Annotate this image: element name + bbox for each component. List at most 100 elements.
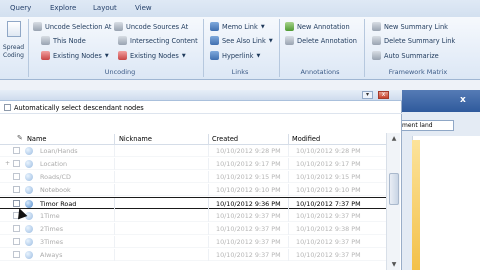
spread-coding-button[interactable]: Spread Coding — [0, 17, 27, 77]
panel-minimize-button[interactable]: ▾ — [362, 91, 373, 99]
hyperlink-button[interactable]: Hyperlink ▼ — [210, 50, 260, 61]
column-divider[interactable] — [114, 134, 115, 144]
row-checkbox[interactable] — [13, 251, 20, 258]
row-checkbox[interactable] — [13, 173, 20, 180]
table-row[interactable]: 1Time 10/10/2012 9:37 PM 10/10/2012 9:37 P… — [0, 210, 386, 222]
cell-divider — [114, 171, 115, 183]
uncode-sources-icon — [114, 22, 123, 31]
auto-summarize-button[interactable]: Auto Summarize — [372, 50, 439, 61]
row-checkbox[interactable] — [13, 238, 20, 245]
created-date: 10/10/2012 9:15 PM — [216, 173, 281, 181]
table-row[interactable]: Notebook 10/10/2012 9:10 PM 10/10/2012 9:1… — [0, 184, 386, 196]
column-header-created[interactable]: Created — [212, 135, 238, 143]
created-date: 10/10/2012 9:17 PM — [216, 160, 281, 168]
ribbon-separator — [364, 19, 365, 77]
ribbon: Spread Coding Uncode Selection At This No… — [0, 17, 480, 80]
delete-summary-link-button[interactable]: Delete Summary Link — [372, 35, 455, 46]
memo-link-button[interactable]: Memo Link ▼ — [210, 21, 265, 32]
vertical-scrollbar[interactable]: ▲ ▼ — [386, 133, 400, 270]
see-also-link-icon — [210, 36, 219, 45]
panel-close-button[interactable]: x — [378, 91, 389, 99]
table-row[interactable]: Timor Road 10/10/2012 9:36 PM 10/10/2012 7… — [0, 197, 386, 210]
delete-summary-link-icon — [372, 36, 381, 45]
menu-tab-query[interactable]: Query — [10, 4, 31, 12]
intersecting-content-button[interactable]: Intersecting Content — [118, 35, 198, 46]
auto-select-label: Automatically select descendant nodes — [14, 103, 144, 112]
cell-divider — [114, 236, 115, 248]
table-row[interactable]: Roads/CD 10/10/2012 9:15 PM 10/10/2012 9:1… — [0, 171, 386, 183]
column-divider[interactable] — [208, 134, 209, 144]
expand-toggle-icon[interactable]: + — [5, 160, 10, 167]
table-row[interactable]: + Location 10/10/2012 9:17 PM 10/10/2012 9:… — [0, 158, 386, 170]
see-also-link-button[interactable]: See Also Link ▼ — [210, 35, 273, 46]
row-checkbox[interactable] — [13, 147, 20, 154]
select-nodes-panel: ▾ x Automatically select descendant node… — [0, 90, 402, 270]
menu-tab-view[interactable]: View — [135, 4, 152, 12]
row-checkbox[interactable] — [13, 225, 20, 232]
menu-tab-layout[interactable]: Layout — [93, 4, 117, 12]
delete-annotation-button[interactable]: Delete Annotation — [285, 35, 357, 46]
cell-divider — [208, 184, 209, 196]
created-date: 10/10/2012 9:36 PM — [216, 200, 281, 208]
node-list-header: ✎ Name Nickname Created Modified — [0, 133, 386, 145]
right-pane-field[interactable]: ment land — [398, 120, 454, 131]
created-date: 10/10/2012 9:37 PM — [216, 251, 281, 259]
new-annotation-button[interactable]: New Annotation — [285, 21, 350, 32]
new-annotation-icon — [285, 22, 294, 31]
framework-matrix-group-label: Framework Matrix — [388, 68, 448, 76]
cell-divider — [114, 158, 115, 170]
scroll-down-arrow-icon[interactable]: ▼ — [389, 261, 399, 269]
delete-annotation-icon — [285, 36, 294, 45]
table-row[interactable]: 2Times 10/10/2012 9:37 PM 10/10/2012 9:38 … — [0, 223, 386, 235]
auto-select-checkbox[interactable] — [4, 104, 11, 111]
table-row[interactable]: Always 10/10/2012 9:37 PM 10/10/2012 9:37 … — [0, 249, 386, 261]
right-pane-close-button[interactable]: x — [460, 95, 466, 105]
scrollbar-thumb[interactable] — [389, 173, 399, 205]
existing-nodes-icon — [41, 51, 50, 60]
created-date: 10/10/2012 9:37 PM — [216, 238, 281, 246]
column-header-nickname[interactable]: Nickname — [119, 135, 152, 143]
existing-nodes-button-1[interactable]: Existing Nodes ▼ — [41, 50, 109, 61]
delete-annotation-label: Delete Annotation — [297, 36, 357, 45]
auto-select-descendants-option[interactable]: Automatically select descendant nodes — [0, 102, 402, 114]
scroll-up-arrow-icon[interactable]: ▲ — [389, 135, 399, 143]
column-divider[interactable] — [288, 134, 289, 144]
created-date: 10/10/2012 9:37 PM — [216, 212, 281, 220]
this-node-icon — [41, 36, 50, 45]
node-icon — [25, 147, 33, 155]
column-header-name[interactable]: Name — [27, 135, 46, 143]
table-row[interactable]: Loan/Hands 10/10/2012 9:28 PM 10/10/2012 9… — [0, 145, 386, 157]
cell-divider — [288, 184, 289, 196]
panel-title-bar: ▾ x — [0, 90, 402, 101]
workspace-background — [0, 80, 480, 90]
cell-divider — [288, 198, 289, 210]
chevron-down-icon: ▼ — [260, 23, 265, 30]
uncode-sources-button[interactable]: Uncode Sources At — [114, 21, 188, 32]
cell-divider — [288, 236, 289, 248]
hyperlink-icon — [210, 51, 219, 60]
new-summary-link-icon — [372, 22, 381, 31]
chevron-down-icon: ▼ — [268, 37, 273, 44]
intersecting-content-label: Intersecting Content — [130, 36, 198, 45]
this-node-button[interactable]: This Node — [41, 35, 86, 46]
memo-link-icon — [210, 22, 219, 31]
row-checkbox[interactable] — [13, 200, 20, 207]
modified-date: 10/10/2012 9:37 PM — [296, 212, 361, 220]
modified-date: 10/10/2012 9:37 PM — [296, 238, 361, 246]
new-summary-link-label: New Summary Link — [384, 22, 448, 31]
chevron-down-icon: ▼ — [256, 52, 261, 59]
uncode-selection-button[interactable]: Uncode Selection At — [33, 21, 111, 32]
existing-nodes-button-2[interactable]: Existing Nodes ▼ — [118, 50, 186, 61]
row-checkbox[interactable] — [13, 186, 20, 193]
uncode-sources-label: Uncode Sources At — [126, 22, 189, 31]
new-summary-link-button[interactable]: New Summary Link — [372, 21, 448, 32]
cell-divider — [288, 171, 289, 183]
coding-stripe — [412, 140, 420, 270]
table-row[interactable]: 3Times 10/10/2012 9:37 PM 10/10/2012 9:37 … — [0, 236, 386, 248]
row-checkbox[interactable] — [13, 160, 20, 167]
menu-tab-explore[interactable]: Explore — [50, 4, 76, 12]
cell-divider — [208, 198, 209, 210]
new-annotation-label: New Annotation — [297, 22, 350, 31]
column-header-modified[interactable]: Modified — [292, 135, 320, 143]
spread-coding-icon — [7, 21, 21, 37]
